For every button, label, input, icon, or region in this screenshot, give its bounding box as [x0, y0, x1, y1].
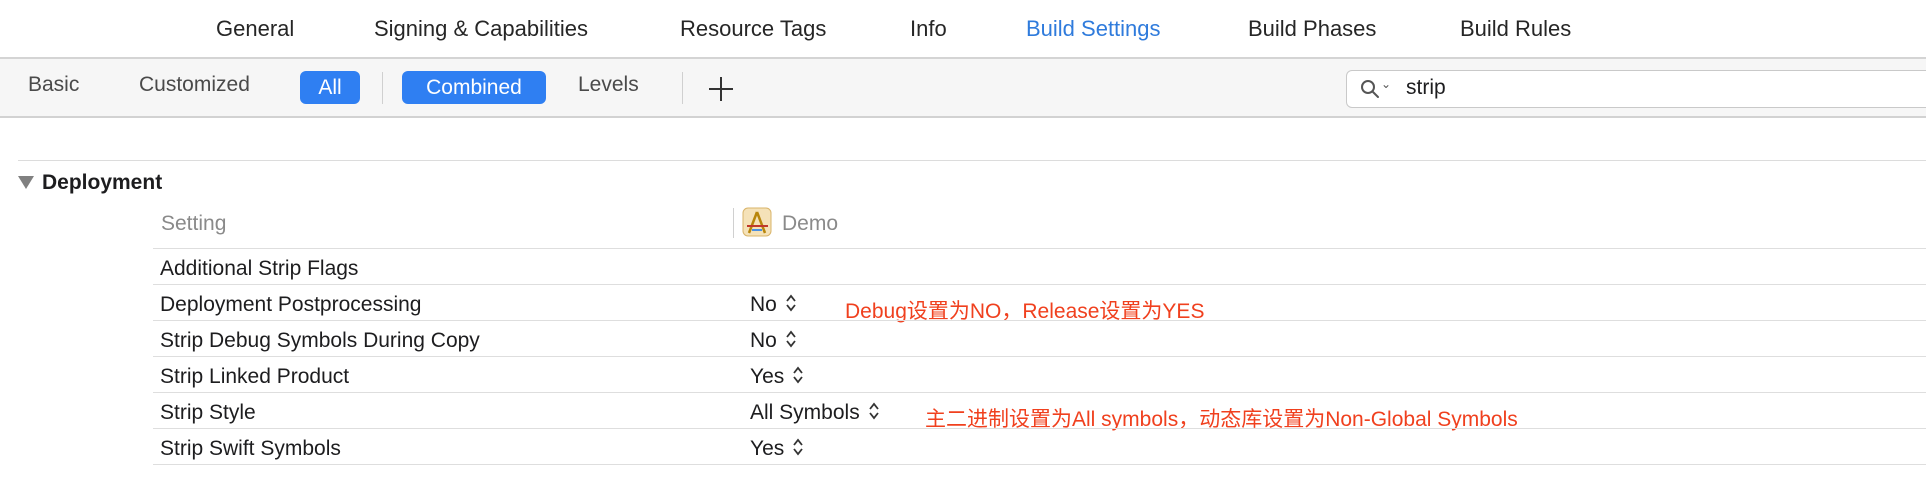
filter-all-button[interactable]: All: [300, 71, 360, 104]
filter-basic-button[interactable]: Basic: [28, 73, 79, 97]
up-down-chevron-icon: [786, 331, 796, 348]
value-strip-swift-symbols[interactable]: Yes: [750, 437, 804, 461]
column-divider: [733, 208, 734, 238]
chevron-down-icon[interactable]: ⌄: [1381, 77, 1391, 91]
disclosure-triangle-icon[interactable]: [18, 176, 34, 189]
section-title: Deployment: [42, 171, 163, 194]
up-down-chevron-icon: [793, 367, 803, 384]
tab-build-settings[interactable]: Build Settings: [1026, 16, 1161, 42]
setting-strip-linked-product[interactable]: Strip Linked Product: [160, 365, 349, 389]
setting-deployment-postprocessing[interactable]: Deployment Postprocessing: [160, 293, 421, 317]
setting-strip-swift-symbols[interactable]: Strip Swift Symbols: [160, 437, 341, 461]
row-divider: [153, 320, 1926, 321]
view-levels-button[interactable]: Levels: [578, 73, 639, 97]
value-deployment-postprocessing[interactable]: No: [750, 293, 797, 317]
tab-signing-capabilities[interactable]: Signing & Capabilities: [374, 16, 588, 42]
column-header-target: Demo: [782, 212, 839, 235]
setting-strip-debug-symbols[interactable]: Strip Debug Symbols During Copy: [160, 329, 480, 353]
tab-general[interactable]: General: [216, 16, 294, 42]
value-strip-linked-product[interactable]: Yes: [750, 365, 804, 389]
up-down-chevron-icon: [869, 403, 879, 420]
tab-build-phases[interactable]: Build Phases: [1248, 16, 1376, 42]
tab-build-rules[interactable]: Build Rules: [1460, 16, 1571, 42]
tab-info[interactable]: Info: [910, 16, 947, 42]
up-down-chevron-icon: [786, 295, 796, 312]
setting-additional-strip-flags[interactable]: Additional Strip Flags: [160, 257, 358, 281]
row-divider: [153, 356, 1926, 357]
up-down-chevron-icon: [793, 439, 803, 456]
value-strip-debug-symbols[interactable]: No: [750, 329, 797, 353]
tab-resource-tags[interactable]: Resource Tags: [680, 16, 826, 42]
value-strip-style[interactable]: All Symbols: [750, 401, 880, 425]
filter-divider: [682, 72, 683, 104]
column-header-setting: Setting: [161, 212, 227, 235]
editor-tab-bar: General Signing & Capabilities Resource …: [0, 0, 1926, 59]
row-divider: [153, 248, 1926, 249]
divider: [18, 160, 1926, 161]
filter-customized-button[interactable]: Customized: [139, 73, 250, 97]
setting-strip-style[interactable]: Strip Style: [160, 401, 256, 425]
search-icon[interactable]: [1360, 79, 1380, 99]
filter-divider: [382, 72, 383, 104]
add-setting-button[interactable]: [706, 74, 736, 104]
row-divider: [153, 464, 1926, 465]
row-divider: [153, 428, 1926, 429]
view-combined-button[interactable]: Combined: [402, 71, 546, 104]
row-divider: [153, 392, 1926, 393]
app-target-icon: [742, 207, 772, 237]
row-divider: [153, 284, 1926, 285]
search-input[interactable]: [1406, 74, 1906, 102]
